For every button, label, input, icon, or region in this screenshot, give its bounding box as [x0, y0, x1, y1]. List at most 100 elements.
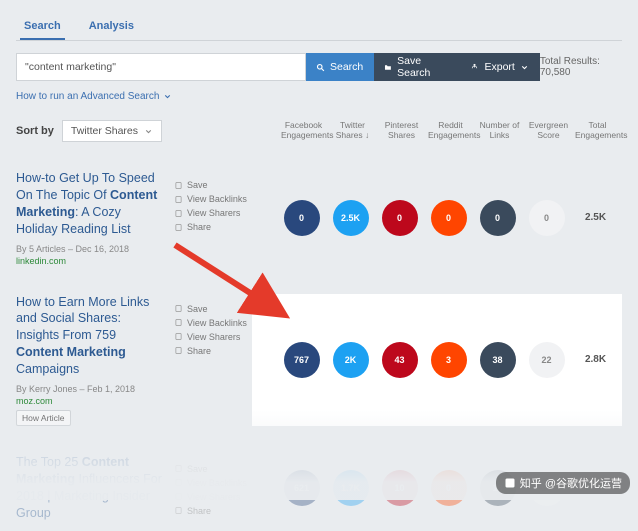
- advanced-search-label: How to run an Advanced Search: [16, 91, 159, 102]
- result-row: How-to Get Up To Speed On The Topic Of C…: [16, 158, 622, 266]
- metric-header: Facebook Engagements: [279, 121, 328, 141]
- bubble-evergreen: 0: [529, 200, 565, 236]
- chevron-down-icon: [163, 92, 172, 101]
- bubble-pn: 43: [382, 342, 418, 378]
- folder-icon: [384, 63, 392, 72]
- title-pre: How to Earn More Links and Social Shares…: [16, 295, 149, 343]
- tab-search[interactable]: Search: [20, 14, 65, 40]
- action-backlinks[interactable]: View Backlinks: [174, 318, 252, 328]
- metric-header[interactable]: Twitter Shares ↓: [328, 121, 377, 141]
- action-label: Share: [187, 346, 211, 356]
- metric-header: Number of Links: [475, 121, 524, 141]
- share-icon: [174, 506, 183, 515]
- share-icon: [174, 346, 183, 355]
- bubble-pn: 10: [382, 470, 418, 506]
- action-save[interactable]: Save: [174, 464, 252, 474]
- search-button-label: Search: [330, 61, 363, 73]
- chevron-down-icon: [520, 63, 529, 72]
- action-share[interactable]: Share: [174, 346, 252, 356]
- action-sharers[interactable]: View Sharers: [174, 492, 252, 502]
- advanced-search-link[interactable]: How to run an Advanced Search: [16, 91, 172, 102]
- metric-header: Pinterest Shares: [377, 121, 426, 141]
- user-icon: [174, 332, 183, 341]
- metric-header: Evergreen Score: [524, 121, 573, 141]
- result-domain[interactable]: moz.com: [16, 396, 166, 406]
- action-label: Share: [187, 222, 211, 232]
- bubble-tw: 1.7K: [333, 470, 369, 506]
- watermark: 知乎 @谷歌优化运营: [496, 472, 630, 494]
- search-input[interactable]: "content marketing": [16, 53, 306, 81]
- metric-header: Total Engagements: [573, 121, 622, 141]
- chevron-down-icon: [144, 127, 153, 136]
- result-title[interactable]: The Top 25 Content Marketing Influencers…: [16, 454, 166, 522]
- save-search-label: Save Search: [397, 55, 449, 79]
- action-label: Save: [187, 304, 208, 314]
- bubble-ln: 0: [480, 200, 516, 236]
- action-sharers[interactable]: View Sharers: [174, 208, 252, 218]
- bubble-pn: 0: [382, 200, 418, 236]
- title-post: Campaigns: [16, 362, 79, 376]
- export-button[interactable]: Export: [460, 53, 539, 81]
- action-backlinks[interactable]: View Backlinks: [174, 478, 252, 488]
- action-label: View Backlinks: [187, 318, 247, 328]
- sort-value: Twitter Shares: [71, 125, 138, 137]
- bubble-fb: 767: [284, 342, 320, 378]
- bubble-evergreen: 22: [529, 342, 565, 378]
- result-row: How to Earn More Links and Social Shares…: [16, 282, 622, 426]
- bookmark-icon: [174, 304, 183, 313]
- user-icon: [174, 492, 183, 501]
- search-row: "content marketing" Search Save Search E…: [16, 53, 622, 81]
- bubble-fb: 0: [284, 200, 320, 236]
- search-button[interactable]: Search: [306, 53, 374, 81]
- bubble-fb: 621: [284, 470, 320, 506]
- link-icon: [174, 195, 183, 204]
- action-label: View Backlinks: [187, 194, 247, 204]
- metrics: 767 2K 43 3 38 22 2.8K: [252, 294, 622, 426]
- tabs: Search Analysis: [16, 10, 622, 41]
- sort-label: Sort by: [16, 125, 54, 137]
- export-label: Export: [484, 61, 514, 73]
- bubble-tw: 2K: [333, 342, 369, 378]
- user-icon: [174, 209, 183, 218]
- result-title[interactable]: How-to Get Up To Speed On The Topic Of C…: [16, 170, 166, 238]
- bubble-rd: 0: [431, 470, 467, 506]
- share-icon: [174, 223, 183, 232]
- bubble-tw: 2.5K: [333, 200, 369, 236]
- total-results: Total Results: 70,580: [540, 56, 622, 78]
- action-label: View Backlinks: [187, 478, 247, 488]
- result-tag: How Article: [16, 410, 71, 426]
- link-icon: [174, 478, 183, 487]
- metrics: 02.5K00002.5K: [252, 170, 622, 266]
- action-label: View Sharers: [187, 208, 240, 218]
- bubble-rd: 0: [431, 200, 467, 236]
- tab-analysis[interactable]: Analysis: [85, 14, 138, 40]
- zhihu-icon: [504, 477, 516, 489]
- action-sharers[interactable]: View Sharers: [174, 332, 252, 342]
- result-title[interactable]: How to Earn More Links and Social Shares…: [16, 294, 166, 378]
- result-byline: By 5 Articles – Dec 16, 2018: [16, 244, 166, 254]
- action-label: Save: [187, 180, 208, 190]
- action-share[interactable]: Share: [174, 222, 252, 232]
- save-search-button[interactable]: Save Search: [374, 53, 460, 81]
- sort-row: Sort by Twitter Shares Facebook Engageme…: [16, 120, 622, 142]
- result-domain[interactable]: linkedin.com: [16, 256, 166, 266]
- bookmark-icon: [174, 181, 183, 190]
- total-engagements: 2.8K: [571, 354, 620, 365]
- action-save[interactable]: Save: [174, 304, 252, 314]
- action-label: Save: [187, 464, 208, 474]
- action-label: View Sharers: [187, 492, 240, 502]
- bookmark-icon: [174, 464, 183, 473]
- sort-select[interactable]: Twitter Shares: [62, 120, 162, 142]
- action-backlinks[interactable]: View Backlinks: [174, 194, 252, 204]
- action-share[interactable]: Share: [174, 506, 252, 516]
- title-bold: Content Marketing: [16, 345, 126, 359]
- result-byline: By Kerry Jones – Feb 1, 2018: [16, 384, 166, 394]
- watermark-text: 知乎 @谷歌优化运营: [520, 475, 622, 491]
- title-pre: The Top 25: [16, 455, 82, 469]
- action-label: View Sharers: [187, 332, 240, 342]
- results-list: How-to Get Up To Speed On The Topic Of C…: [16, 158, 622, 521]
- metric-headers: Facebook Engagements Twitter Shares ↓ Pi…: [279, 121, 622, 141]
- bubble-rd: 3: [431, 342, 467, 378]
- bubble-ln: 38: [480, 342, 516, 378]
- action-save[interactable]: Save: [174, 180, 252, 190]
